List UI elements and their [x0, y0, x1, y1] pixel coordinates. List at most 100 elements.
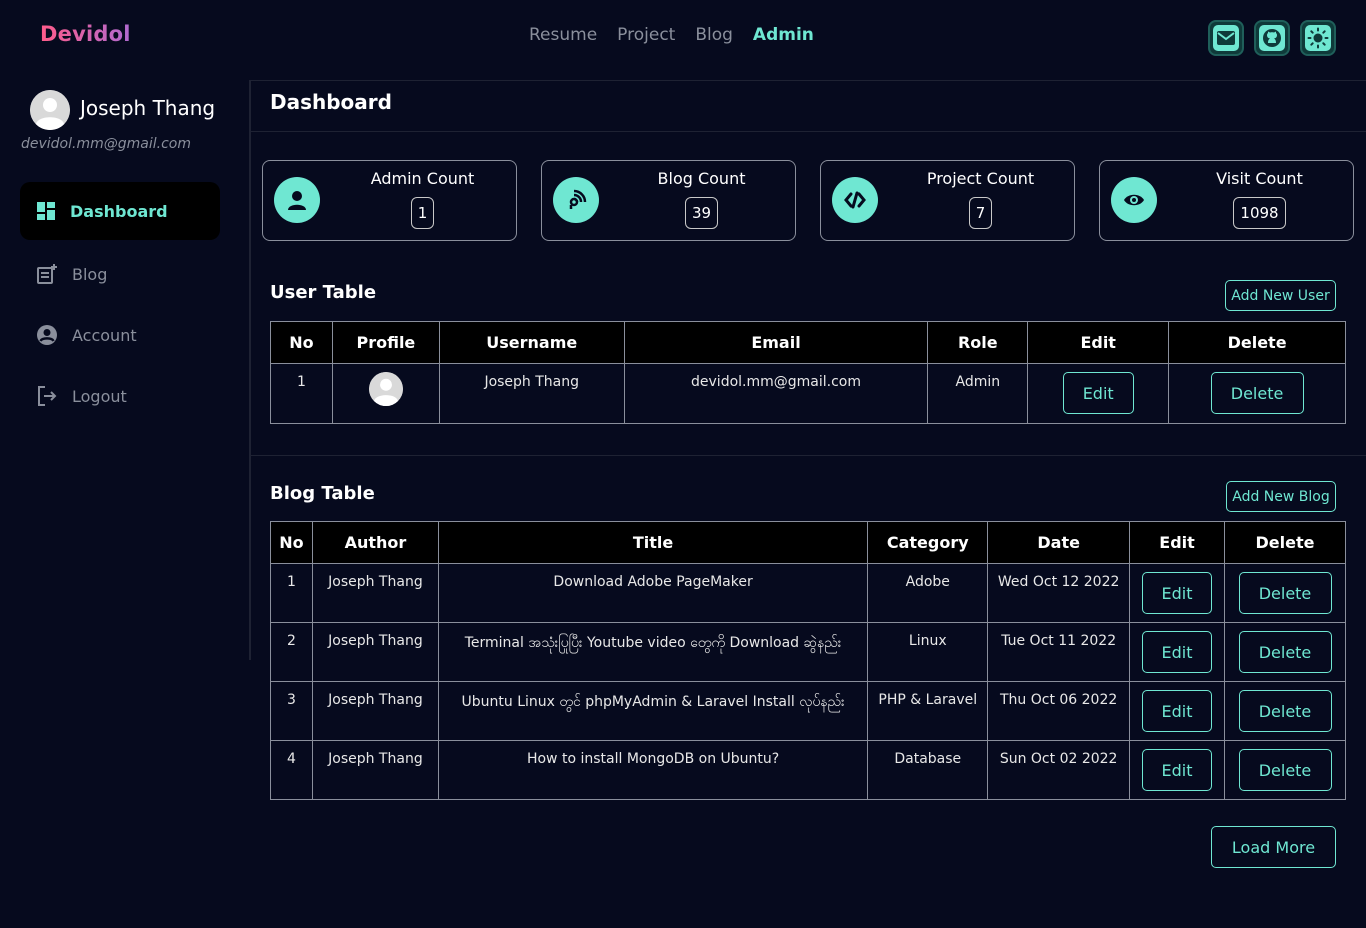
stat-value: 1 — [410, 197, 435, 229]
delete-blog-button[interactable]: Delete — [1238, 690, 1332, 732]
stat-card-project-count: Project Count 7 — [820, 160, 1075, 241]
cell-delete: Delete — [1224, 740, 1346, 800]
delete-user-button[interactable]: Delete — [1210, 372, 1304, 414]
edit-blog-button[interactable]: Edit — [1142, 631, 1213, 673]
cell-author: Joseph Thang — [311, 563, 439, 623]
nav-link-resume[interactable]: Resume — [529, 25, 597, 45]
sidebar-item-logout[interactable]: Logout — [20, 367, 220, 425]
stat-value: 39 — [684, 197, 719, 229]
stat-value: 1098 — [1233, 197, 1286, 229]
stat-label: Project Count — [926, 169, 1035, 188]
delete-blog-button[interactable]: Delete — [1238, 749, 1332, 791]
stat-label: Blog Count — [657, 169, 746, 188]
default-avatar-icon — [30, 90, 70, 130]
cell-edit: Edit — [1129, 622, 1226, 682]
cell-author: Joseph Thang — [311, 740, 439, 800]
edit-user-button[interactable]: Edit — [1062, 372, 1134, 414]
mail-button[interactable] — [1208, 20, 1244, 56]
cell-no: 1 — [270, 363, 333, 424]
stat-label: Visit Count — [1216, 169, 1303, 188]
sidebar-item-account[interactable]: Account — [20, 306, 220, 364]
sidebar-item-dashboard[interactable]: Dashboard — [20, 182, 220, 240]
blog-feed-icon — [569, 189, 587, 209]
edit-blog-button[interactable]: Edit — [1142, 749, 1213, 791]
cell-author: Joseph Thang — [311, 622, 439, 682]
column-header: Profile — [331, 321, 440, 364]
theme-toggle-button[interactable] — [1300, 20, 1336, 56]
sidebar-item-label: Blog — [72, 264, 108, 284]
cell-no: 4 — [270, 740, 313, 800]
cell-edit: Edit — [1129, 563, 1226, 623]
cell-category: Database — [867, 740, 989, 800]
column-header: Date — [987, 521, 1131, 564]
column-header: Edit — [1129, 521, 1226, 564]
column-header: Title — [437, 521, 869, 564]
profile-email: devidol.mm@gmail.com — [21, 136, 191, 152]
add-user-button[interactable]: Add New User — [1225, 280, 1336, 311]
profile-name: Joseph Thang — [80, 96, 216, 120]
cell-delete: Delete — [1224, 563, 1346, 623]
logout-icon — [38, 386, 57, 406]
cell-role: Admin — [927, 363, 1029, 424]
stat-icon-circle — [832, 177, 878, 223]
stat-value: 7 — [968, 197, 993, 229]
column-header: Role — [927, 321, 1029, 364]
nav-link-admin[interactable]: Admin — [753, 25, 814, 45]
nav-link-project[interactable]: Project — [617, 25, 675, 45]
cell-category: PHP & Laravel — [867, 681, 989, 741]
sidebar-item-blog[interactable]: Blog — [20, 245, 220, 303]
table-row: 1 Joseph Thang devidol.mm@gmail.com Admi… — [270, 363, 1346, 424]
github-icon — [1263, 29, 1281, 47]
sidebar-divider — [249, 80, 251, 660]
cell-date: Wed Oct 12 2022 — [987, 563, 1131, 623]
cell-no: 3 — [270, 681, 313, 741]
stat-card-admin-count: Admin Count 1 — [262, 160, 517, 241]
table-row: 4 Joseph Thang How to install MongoDB on… — [270, 740, 1346, 800]
add-blog-button[interactable]: Add New Blog — [1226, 481, 1336, 512]
user-table-title: User Table — [270, 282, 377, 303]
sidebar-item-label: Account — [72, 325, 137, 345]
cell-author: Joseph Thang — [311, 681, 439, 741]
edit-blog-button[interactable]: Edit — [1142, 572, 1213, 614]
header-divider — [251, 80, 1366, 81]
delete-blog-button[interactable]: Delete — [1238, 631, 1332, 673]
cell-date: Thu Oct 06 2022 — [987, 681, 1131, 741]
column-header: Edit — [1027, 321, 1170, 364]
delete-blog-button[interactable]: Delete — [1238, 572, 1332, 614]
column-header: Author — [311, 521, 439, 564]
page-title: Dashboard — [270, 90, 392, 114]
stat-icon-circle — [1111, 177, 1157, 223]
column-header: Username — [438, 321, 625, 364]
nav-icon-group — [1208, 20, 1336, 56]
avatar — [368, 372, 403, 406]
github-button[interactable] — [1254, 20, 1290, 56]
stat-icon-circle — [553, 177, 599, 223]
edit-blog-button[interactable]: Edit — [1142, 690, 1213, 732]
cell-delete: Delete — [1224, 622, 1346, 682]
brand-logo[interactable]: Devidol — [40, 22, 131, 46]
cell-username: Joseph Thang — [438, 363, 625, 424]
title-divider — [251, 131, 1366, 132]
dashboard-icon — [37, 202, 55, 220]
cell-delete: Delete — [1224, 681, 1346, 741]
blog-table: No Author Title Category Date Edit Delet… — [270, 521, 1346, 800]
theme-toggle-icon — [1307, 27, 1329, 49]
avatar — [30, 90, 70, 130]
code-icon — [844, 191, 866, 209]
user-icon — [288, 191, 306, 210]
table-row: 3 Joseph Thang Ubuntu Linux တွင် phpMyAd… — [270, 681, 1346, 741]
load-more-button[interactable]: Load More — [1211, 826, 1336, 868]
nav-link-blog[interactable]: Blog — [695, 25, 733, 45]
table-row: 1 Joseph Thang Download Adobe PageMaker … — [270, 563, 1346, 623]
sidebar-item-label: Dashboard — [70, 201, 168, 221]
stat-label: Admin Count — [370, 169, 475, 188]
column-header: No — [270, 521, 313, 564]
cell-date: Sun Oct 02 2022 — [987, 740, 1131, 800]
account-icon — [37, 325, 57, 345]
column-header: Email — [623, 321, 929, 364]
cell-no: 1 — [270, 563, 313, 623]
column-header: Delete — [1168, 321, 1346, 364]
cell-date: Tue Oct 11 2022 — [987, 622, 1131, 682]
column-header: Category — [867, 521, 989, 564]
table-row: 2 Joseph Thang Terminal အသုံးပြုပြီး You… — [270, 622, 1346, 682]
